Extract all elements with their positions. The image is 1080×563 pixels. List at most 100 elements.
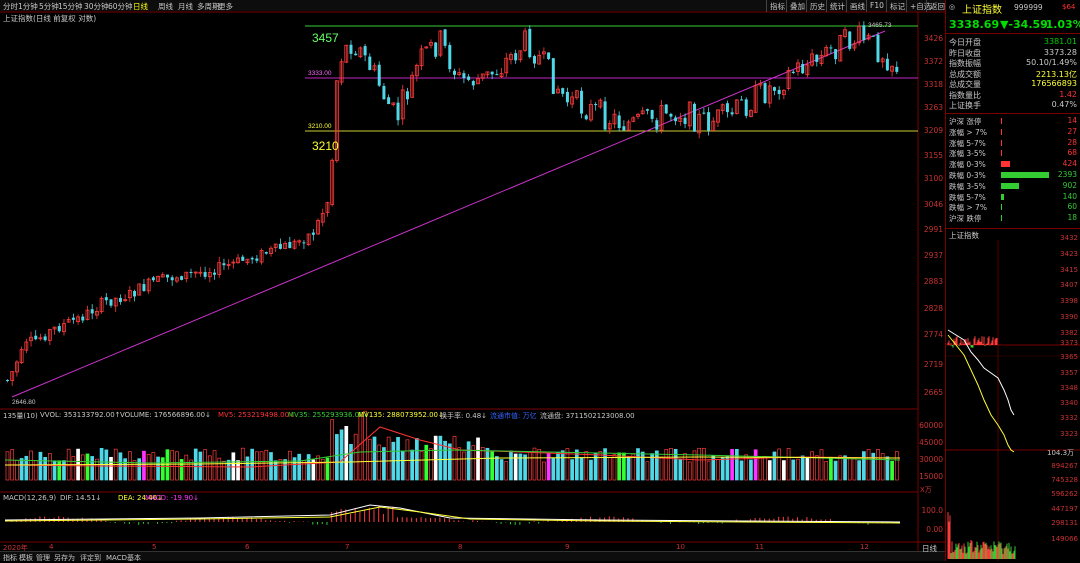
candle [457,68,462,77]
candle [462,70,466,84]
volume-bar [852,457,857,481]
period-tab[interactable]: 15分钟 [58,1,83,12]
volume-indicator-value: VOLUME: 176566896.00↓ [120,411,211,419]
candle [344,44,349,64]
indicator-tab[interactable]: 评定到 [80,553,101,563]
period-tab[interactable]: 周线 [158,1,173,12]
candle [99,296,104,314]
candle [363,44,367,62]
mini-volume-tick: 745328 [1051,476,1078,484]
period-tab[interactable]: 60分钟 [108,1,133,12]
candle [160,272,165,278]
volume-bar [734,448,739,481]
quote-stat-row: 总成交额 2213.13亿 [949,69,1077,80]
period-tab[interactable]: 更多 [218,1,233,12]
volume-bar [570,459,574,481]
candle [382,83,386,100]
candle [607,120,612,134]
volume-bar [5,451,10,481]
period-tab[interactable]: 1分钟 [18,1,38,12]
toolbar-button[interactable]: 指标 [766,0,788,12]
volume-bar [90,456,95,481]
candle [763,82,767,105]
breadth-bar [1001,128,1002,135]
low-mark: 2646.80 [12,399,36,406]
volume-bar [777,448,782,481]
period-tab[interactable]: 5分钟 [39,1,59,12]
volume-bar [419,450,424,481]
breadth-label: 跌幅 3-5% [949,181,986,191]
indicator-tab[interactable]: 指标 [3,553,17,563]
intraday-avg-line [947,334,1015,453]
candle [52,326,57,335]
mini-price-tick: 3348 [1060,384,1078,392]
mini-price-tick: 3407 [1060,281,1078,289]
candle [485,71,490,78]
candle [47,328,52,346]
volume-bar [377,444,382,481]
volume-bar [80,454,85,481]
candle [330,158,335,207]
candle [692,102,696,133]
breadth-value: 60 [1067,202,1077,212]
candle [626,119,631,132]
toolbar-button[interactable]: 叠加 [786,0,808,12]
period-label: 日线 [922,544,937,553]
period-tab[interactable]: 30分钟 [84,1,109,12]
toolbar-button[interactable]: 统计 [826,0,848,12]
period-tab[interactable]: 日线 [133,1,148,12]
breadth-bar [1001,193,1004,200]
candle [241,254,245,261]
breadth-row: 沪深 涨停 14 [949,116,1077,126]
toolbar-button[interactable]: F10 [866,0,887,12]
kline-chart[interactable] [0,12,945,552]
candle [226,259,231,270]
volume-bar [415,438,419,481]
candle [146,277,151,294]
candle [38,333,43,341]
volume-bar [720,457,725,481]
candle [165,274,169,283]
candle [810,48,814,67]
volume-bar [462,451,466,481]
toolbar-button[interactable]: 画线 [846,0,868,12]
volume-bar [250,448,255,481]
candle [702,107,706,115]
candle [273,243,278,253]
breadth-label: 涨幅 3-5% [949,149,986,159]
volume-bar [33,460,38,481]
volume-bar [523,454,527,481]
period-tab[interactable]: 分时 [3,1,18,12]
candle [594,102,598,111]
indicator-tab[interactable]: 管理 [36,553,50,563]
volume-bar [683,453,687,481]
volume-bar [255,451,259,481]
candle [170,275,174,286]
volume-bar [207,455,212,481]
quote-stat-row: 昨日收盘 3373.28 [949,48,1077,59]
stat-value: 2213.13亿 [1035,69,1077,79]
indicator-tab[interactable]: MACD基本 [106,553,141,563]
back-icon[interactable]: ◎ [949,3,955,11]
indicator-tab[interactable]: 另存为 [54,553,75,563]
candle [640,106,645,115]
volume-bar [584,451,589,481]
candle [400,84,405,125]
toolbar-button[interactable]: 返回 [926,0,948,12]
stat-label: 指数振幅 [949,59,981,68]
toolbar-button[interactable]: 标记 [886,0,908,12]
candle [137,283,142,296]
index-name: 上证指数 [962,5,1002,16]
volume-bar [19,458,24,481]
indicator-tab[interactable]: 模板 [19,553,33,563]
candle [767,81,772,108]
candle [283,241,288,249]
period-tab[interactable]: 月线 [178,1,193,12]
toolbar-button[interactable]: 历史 [806,0,828,12]
period-tab[interactable]: 多周期 [197,1,220,12]
candle [217,256,222,278]
candle [19,346,24,365]
stat-value: 3373.28 [1043,47,1077,57]
candle [890,65,894,77]
candle [617,111,621,132]
